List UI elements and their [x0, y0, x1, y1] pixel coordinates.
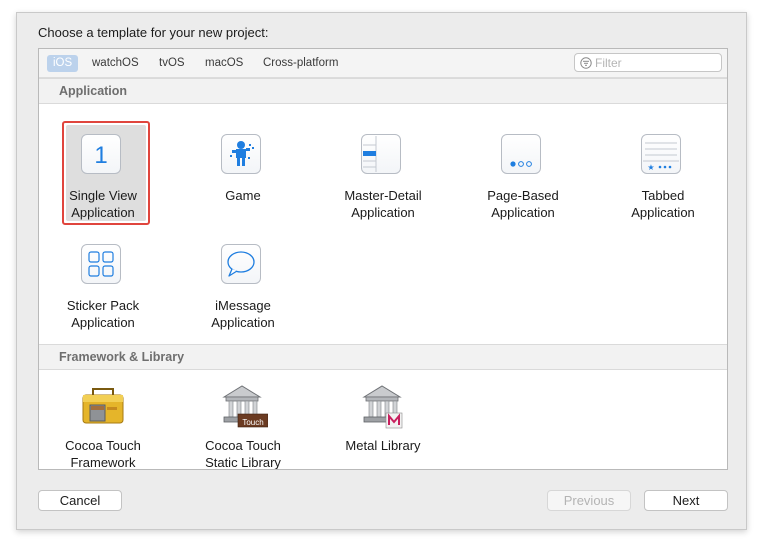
- single-view-icon: 1: [81, 134, 121, 174]
- template-label-line1: Tabbed: [641, 188, 685, 203]
- filter-field[interactable]: [574, 53, 722, 72]
- template-label-line2: Application: [351, 205, 415, 220]
- template-single-view-application[interactable]: 1 Single View Application: [48, 121, 158, 233]
- template-metal-library[interactable]: Metal Library: [328, 373, 438, 469]
- filter-input[interactable]: [595, 55, 715, 70]
- next-button[interactable]: Next: [644, 490, 728, 511]
- template-game[interactable]: Game: [188, 123, 298, 233]
- template-label-line1: Metal Library: [345, 438, 421, 453]
- section-header-framework-library: Framework & Library: [39, 344, 727, 370]
- previous-button[interactable]: Previous: [547, 490, 631, 511]
- imessage-icon: [221, 244, 261, 284]
- template-master-detail-application[interactable]: Master-Detail Application: [328, 123, 438, 233]
- touch-badge: Touch: [242, 418, 264, 427]
- toolbox-icon: [82, 388, 124, 424]
- sticker-pack-icon: [81, 244, 121, 284]
- tab-macos[interactable]: macOS: [199, 55, 249, 72]
- template-label-line1: Cocoa Touch: [205, 438, 281, 453]
- template-tabbed-application[interactable]: ★ Tabbed Application: [608, 123, 718, 233]
- template-imessage-application[interactable]: iMessage Application: [188, 233, 298, 343]
- template-cocoa-touch-static-library[interactable]: Touch Cocoa Touch Static Library: [188, 373, 298, 470]
- tab-tvos[interactable]: tvOS: [153, 55, 191, 72]
- template-label-line2: Application: [491, 205, 555, 220]
- template-label-line2: Static Library: [205, 455, 281, 470]
- page-based-icon: [501, 134, 541, 174]
- template-label-line2: Application: [211, 315, 275, 330]
- tab-cross-platform[interactable]: Cross-platform: [257, 55, 344, 72]
- template-label-line1: Master-Detail: [344, 188, 422, 203]
- template-label-line1: Page-Based: [487, 188, 559, 203]
- dialog-prompt: Choose a template for your new project:: [38, 25, 269, 40]
- new-project-sheet: Choose a template for your new project: …: [16, 12, 747, 530]
- template-label-line1: Single View: [69, 188, 137, 203]
- template-label-line2: Framework: [70, 455, 136, 470]
- template-label-line1: Game: [225, 188, 261, 203]
- cancel-button[interactable]: Cancel: [38, 490, 122, 511]
- template-label-line1: Cocoa Touch: [65, 438, 141, 453]
- template-label-line2: Application: [71, 315, 135, 330]
- template-cocoa-touch-framework[interactable]: Cocoa Touch Framework: [48, 373, 158, 470]
- template-label-line2: Application: [71, 205, 135, 220]
- section-header-application: Application: [39, 78, 727, 104]
- tab-watchos[interactable]: watchOS: [86, 55, 145, 72]
- metal-library-icon: [362, 385, 403, 429]
- master-detail-icon: [361, 134, 401, 174]
- platform-tab-bar: iOS watchOS tvOS macOS Cross-platform: [39, 49, 727, 78]
- template-page-based-application[interactable]: Page-Based Application: [468, 123, 578, 233]
- svg-text:1: 1: [94, 142, 107, 169]
- svg-text:★: ★: [647, 163, 654, 172]
- template-label-line2: Application: [631, 205, 695, 220]
- template-panel: iOS watchOS tvOS macOS Cross-platform Ap…: [38, 48, 728, 470]
- template-label-line1: Sticker Pack: [66, 298, 140, 313]
- tabbed-icon: ★: [641, 134, 681, 174]
- tab-ios[interactable]: iOS: [47, 55, 79, 72]
- template-sticker-pack-application[interactable]: Sticker Pack Application: [48, 233, 158, 343]
- template-label-line1: iMessage: [215, 298, 271, 313]
- filter-icon: [580, 57, 592, 69]
- game-icon: [221, 134, 261, 174]
